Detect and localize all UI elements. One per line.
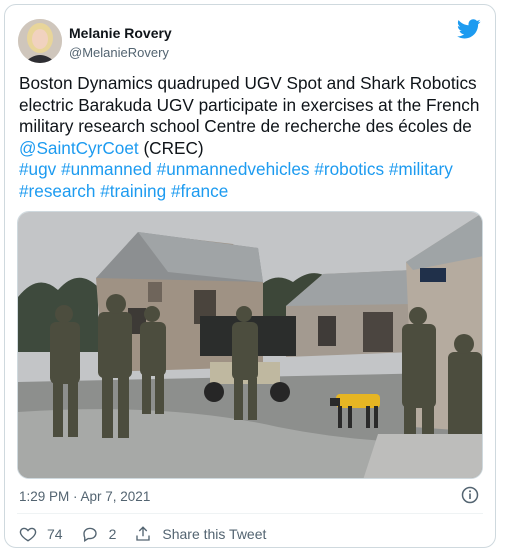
avatar[interactable] [18, 19, 62, 63]
tweet-card: Melanie Rovery @MelanieRovery Boston Dyn… [4, 4, 496, 548]
hashtag-link[interactable]: #research [19, 181, 95, 201]
info-icon[interactable] [461, 486, 479, 504]
user-handle[interactable]: @MelanieRovery [69, 45, 169, 60]
hashtag-link[interactable]: #robotics [314, 159, 384, 179]
share-icon [136, 526, 151, 541]
hashtag-link[interactable]: #france [171, 181, 228, 201]
hashtag-link[interactable]: #unmanned [61, 159, 152, 179]
like-count: 74 [47, 526, 63, 542]
reply-count: 2 [108, 526, 117, 542]
tweet-text: Boston Dynamics quadruped UGV Spot and S… [19, 73, 489, 202]
action-bar: 74 2 Share this Tweet [19, 523, 284, 545]
tweet-photo[interactable] [17, 211, 483, 479]
mention-link[interactable]: @SaintCyrCoet [19, 138, 139, 158]
user-display-name[interactable]: Melanie Rovery [69, 25, 172, 41]
tweet-timestamp[interactable]: 1:29 PM · Apr 7, 2021 [19, 489, 150, 504]
tweet-text-body: Boston Dynamics quadruped UGV Spot and S… [19, 73, 480, 136]
divider [17, 513, 483, 514]
tweet-text-suffix: (CREC) [138, 137, 204, 158]
reply-button[interactable]: 2 [81, 525, 117, 543]
share-label: Share this Tweet [162, 526, 267, 542]
reply-icon [82, 527, 97, 542]
hashtag-link[interactable]: #training [100, 181, 166, 201]
hashtag-link[interactable]: #ugv [19, 159, 56, 179]
heart-icon [19, 527, 37, 542]
like-button[interactable]: 74 [19, 525, 63, 543]
hashtag-link[interactable]: #military [389, 159, 453, 179]
twitter-bird-icon[interactable] [457, 19, 481, 41]
share-button[interactable]: Share this Tweet [134, 525, 266, 543]
hashtag-link[interactable]: #unmannedvehicles [157, 159, 310, 179]
